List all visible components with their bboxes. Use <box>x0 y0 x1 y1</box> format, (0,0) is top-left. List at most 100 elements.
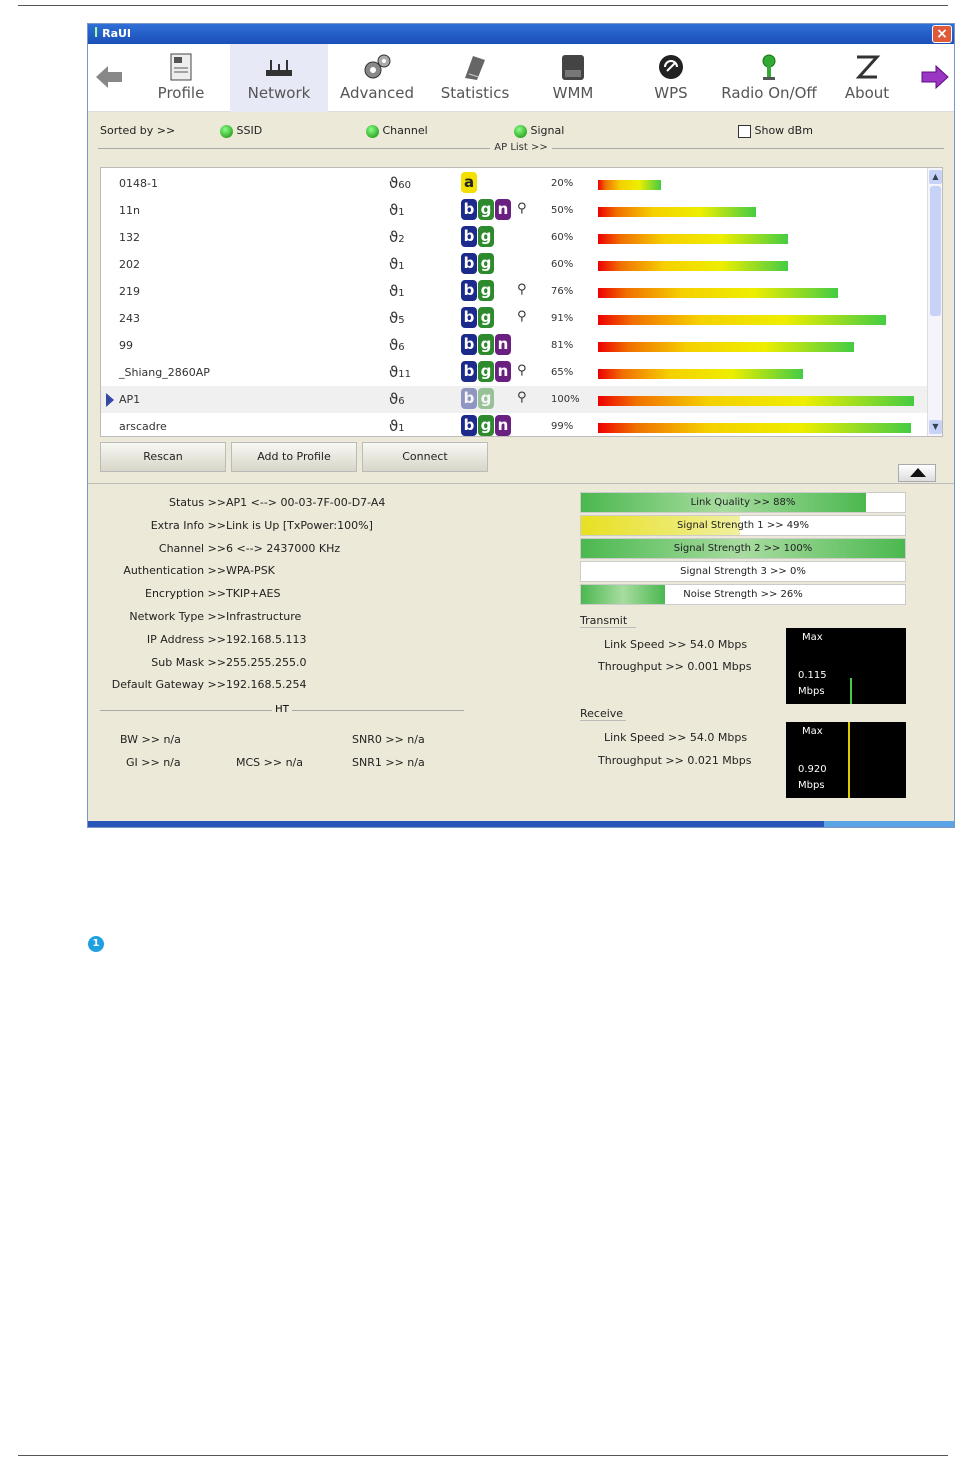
ap-ssid: 132 <box>119 231 140 244</box>
transmit-throughput: Throughput >> 0.001 Mbps <box>598 660 752 673</box>
transmit-link-speed: Link Speed >> 54.0 Mbps <box>604 638 748 651</box>
tab-network[interactable]: Network <box>230 44 328 112</box>
sort-ssid-option[interactable]: SSID <box>220 124 262 138</box>
meter-label: Signal Strength 2 >> 100% <box>673 543 813 554</box>
status-bar <box>88 821 954 827</box>
tab-wmm-label: WMM <box>552 84 594 102</box>
ap-channel: ϑ1 <box>389 417 405 435</box>
mode-b-icon: b <box>461 199 477 220</box>
ap-signal-percent: 60% <box>551 232 574 243</box>
info-value: Link is Up [TxPower:100%] <box>226 518 373 532</box>
info-key: Default Gateway >> <box>111 678 226 692</box>
ap-row[interactable]: 0148-1 ϑ60 a 20% <box>101 170 929 197</box>
ap-signal-bar <box>598 288 838 298</box>
close-button[interactable]: × <box>932 25 952 43</box>
ap-list-scrollbar[interactable]: ▲ ▼ <box>927 168 942 436</box>
profile-icon <box>170 53 192 81</box>
mode-b-icon: b <box>461 307 477 328</box>
tab-profile[interactable]: Profile <box>132 44 230 112</box>
ap-modes: bgn <box>461 199 512 220</box>
show-dbm-checkbox[interactable]: Show dBm <box>738 124 813 138</box>
ht-snr1: SNR1 >> n/a <box>352 756 425 769</box>
signal-meter: Noise Strength >> 26% <box>580 584 906 605</box>
info-key: Sub Mask >> <box>151 655 226 669</box>
radio-dot-icon <box>514 124 527 138</box>
mode-g-icon: g <box>478 388 494 409</box>
toolbar: Profile Network Advanced Statistics WMM … <box>88 44 954 112</box>
info-row: Authentication >> WPA-PSK <box>88 564 488 584</box>
channel-icon: ϑ <box>389 255 399 273</box>
add-to-profile-button[interactable]: Add to Profile <box>231 442 357 472</box>
ap-row[interactable]: 132 ϑ2 b g 60% <box>101 224 929 251</box>
page-bottom-rule <box>18 1455 948 1456</box>
wps-icon <box>659 55 683 79</box>
back-arrow-icon[interactable] <box>94 62 124 92</box>
ap-signal-percent: 99% <box>551 421 574 432</box>
info-value: AP1 <--> 00-03-7F-00-D7-A4 <box>226 496 386 509</box>
meter-label: Link Quality >> 88% <box>690 497 796 508</box>
channel-icon: ϑ <box>389 228 399 246</box>
lock-key-icon: ⚲ <box>517 201 527 216</box>
rescan-button[interactable]: Rescan <box>100 442 226 472</box>
ap-signal-bar <box>598 234 788 244</box>
ht-mcs: MCS >> n/a <box>236 756 303 769</box>
ap-modes: bg <box>461 388 495 409</box>
ap-modes: bgn <box>461 415 512 436</box>
ap-row[interactable]: _Shiang_2860AP ϑ11 b g n ⚲ 65% <box>101 359 929 386</box>
tab-wmm[interactable]: WMM <box>524 44 622 112</box>
ap-row[interactable]: 202 ϑ1 b g 60% <box>101 251 929 278</box>
ap-signal-percent: 91% <box>551 313 574 324</box>
ap-signal-percent: 81% <box>551 340 574 351</box>
sort-signal-option[interactable]: Signal <box>514 124 564 138</box>
ap-signal-bar <box>598 261 788 271</box>
info-key: Channel >> <box>158 541 226 555</box>
mode-g-icon: g <box>478 253 494 274</box>
ap-row[interactable]: 99 ϑ6 b g n 81% <box>101 332 929 359</box>
forward-arrow-icon[interactable] <box>920 62 950 92</box>
ap-channel: ϑ6 <box>389 336 405 354</box>
connect-button[interactable]: Connect <box>362 442 488 472</box>
scroll-down-icon[interactable]: ▼ <box>929 420 942 434</box>
info-value: Infrastructure <box>226 610 302 623</box>
tab-statistics[interactable]: Statistics <box>426 44 524 112</box>
tab-advanced[interactable]: Advanced <box>328 44 426 112</box>
mode-g-icon: g <box>478 280 494 301</box>
scroll-up-icon[interactable]: ▲ <box>929 170 942 184</box>
transmit-title: Transmit <box>580 614 636 628</box>
receive-graph-unit: Mbps <box>798 780 825 791</box>
collapse-button[interactable] <box>898 464 936 482</box>
ap-signal-percent: 100% <box>551 394 580 405</box>
scroll-thumb[interactable] <box>930 186 941 316</box>
tab-radio-onoff[interactable]: Radio On/Off <box>720 44 818 112</box>
ap-modes: bg <box>461 253 495 274</box>
ap-modes: bg <box>461 307 495 328</box>
ap-row[interactable]: arscadre ϑ1 b g n 99% <box>101 413 929 436</box>
divider <box>88 483 954 484</box>
ap-row[interactable]: 11n ϑ1 b g n ⚲ 50% <box>101 197 929 224</box>
ap-list: 0148-1 ϑ60 a 20% 11n ϑ1 b g n ⚲ 50% 132 ϑ2 b g 60% 202 ϑ1… <box>100 167 943 437</box>
info-key: IP Address >> <box>146 632 226 646</box>
ap-modes: bg <box>461 280 495 301</box>
ap-ssid: 219 <box>119 285 140 298</box>
ap-signal-percent: 60% <box>551 259 574 270</box>
receive-graph-value: 0.920 <box>798 764 827 775</box>
mode-b-icon: b <box>461 226 477 247</box>
ap-ssid: 202 <box>119 258 140 271</box>
gears-icon <box>364 54 391 79</box>
mode-b-icon: b <box>461 415 477 436</box>
ap-signal-percent: 65% <box>551 367 574 378</box>
sort-channel-option[interactable]: Channel <box>366 124 428 138</box>
info-key: Encryption >> <box>145 587 226 601</box>
channel-icon: ϑ <box>389 390 399 408</box>
tab-wps[interactable]: WPS <box>622 44 720 112</box>
ap-row[interactable]: 243 ϑ5 b g ⚲ 91% <box>101 305 929 332</box>
tab-about[interactable]: About <box>818 44 916 112</box>
tab-advanced-label: Advanced <box>339 84 415 102</box>
ap-row[interactable]: AP1 ϑ6 b g ⚲ 100% <box>101 386 929 413</box>
ap-row[interactable]: 219 ϑ1 b g ⚲ 76% <box>101 278 929 305</box>
ap-signal-bar <box>598 396 914 406</box>
transmit-graph-line <box>850 678 852 704</box>
info-key: Extra Info >> <box>150 518 226 532</box>
meter-label: Signal Strength 1 >> 49% <box>676 520 810 531</box>
signal-meter: Signal Strength 2 >> 100% <box>580 538 906 559</box>
